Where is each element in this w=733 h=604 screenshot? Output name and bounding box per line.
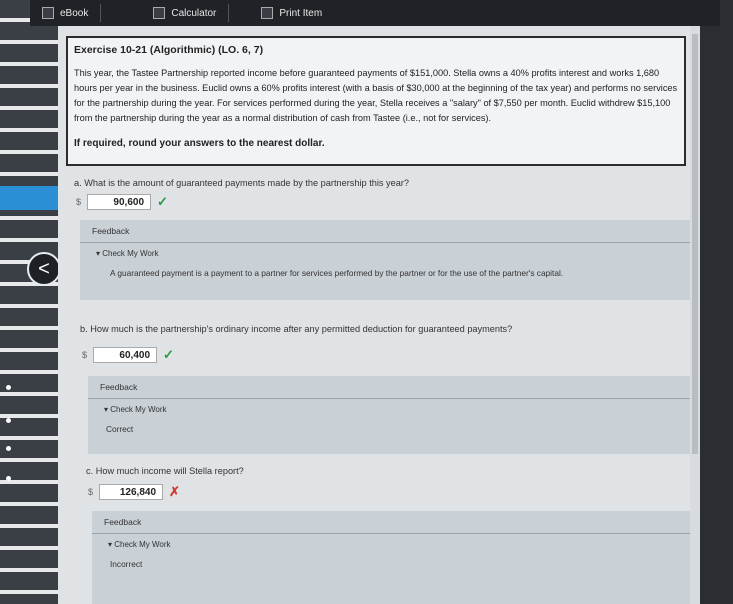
toolbar-divider	[100, 4, 102, 22]
sidebar-dot	[6, 476, 11, 481]
question-a-answer: $ 90,600 ✓	[76, 194, 168, 210]
feedback-a-text: A guaranteed payment is a payment to a p…	[110, 268, 564, 278]
question-b-text: b. How much is the partnership's ordinar…	[80, 324, 513, 334]
question-b-answer: $ 60,400 ✓	[82, 347, 174, 363]
calculator-button[interactable]: Calculator	[141, 0, 228, 26]
back-button[interactable]: <	[27, 252, 61, 286]
feedback-b: Feedback ▾ Check My Work Correct	[88, 376, 693, 454]
currency-symbol: $	[82, 350, 88, 360]
ebook-button[interactable]: eBook	[30, 0, 100, 26]
check-my-work-c[interactable]: ▾ Check My Work	[92, 534, 692, 551]
page-scrollbar[interactable]	[690, 26, 700, 604]
feedback-c: Feedback ▾ Check My Work Incorrect	[92, 511, 692, 604]
calculator-icon	[153, 7, 166, 19]
check-my-work-b[interactable]: ▾ Check My Work	[88, 399, 693, 416]
sidebar-dot	[6, 418, 11, 423]
sidebar-dot	[6, 385, 11, 390]
sidebar-active-item[interactable]	[0, 186, 58, 210]
feedback-b-label: Feedback	[88, 376, 693, 399]
feedback-b-text: Correct	[106, 424, 134, 434]
exercise-title: Exercise 10-21 (Algorithmic) (LO. 6, 7)	[74, 44, 264, 56]
exercise-body: This year, the Tastee Partnership report…	[74, 68, 678, 123]
answer-b-input[interactable]: 60,400	[93, 347, 158, 363]
question-a-text: a. What is the amount of guaranteed paym…	[74, 178, 410, 188]
feedback-c-label: Feedback	[92, 511, 692, 534]
feedback-a: Feedback ▾ Check My Work A guaranteed pa…	[80, 220, 690, 300]
print-button[interactable]: Print Item	[249, 0, 334, 26]
rounding-note: If required, round your answers to the n…	[74, 138, 325, 149]
exercise-problem: Exercise 10-21 (Algorithmic) (LO. 6, 7) …	[66, 36, 686, 166]
answer-a-input[interactable]: 90,600	[87, 194, 152, 210]
print-label: Print Item	[279, 7, 323, 19]
toolbar-divider	[228, 4, 230, 22]
left-sidebar	[0, 0, 58, 604]
check-mark-icon: ✓	[163, 347, 174, 362]
currency-symbol: $	[88, 487, 94, 497]
book-icon	[42, 7, 54, 19]
calculator-label: Calculator	[171, 7, 217, 19]
feedback-a-label: Feedback	[80, 220, 690, 243]
toolbar: eBook Calculator Print Item	[30, 0, 720, 26]
chevron-left-icon: <	[38, 258, 50, 280]
question-c-text: c. How much income will Stella report?	[86, 466, 244, 476]
scrollbar-thumb[interactable]	[692, 34, 698, 454]
sidebar-dot	[6, 446, 11, 451]
ebook-label: eBook	[60, 7, 89, 19]
feedback-c-text: Incorrect	[110, 559, 143, 569]
check-mark-icon: ✓	[157, 194, 168, 209]
check-my-work-a[interactable]: ▾ Check My Work	[80, 243, 690, 260]
currency-symbol: $	[76, 197, 82, 207]
answer-c-input[interactable]: 126,840	[99, 484, 164, 500]
exercise-page: Exercise 10-21 (Algorithmic) (LO. 6, 7) …	[58, 26, 698, 604]
question-c-answer: $ 126,840 ✗	[88, 484, 180, 500]
x-mark-icon: ✗	[169, 484, 180, 499]
print-icon	[261, 7, 274, 19]
